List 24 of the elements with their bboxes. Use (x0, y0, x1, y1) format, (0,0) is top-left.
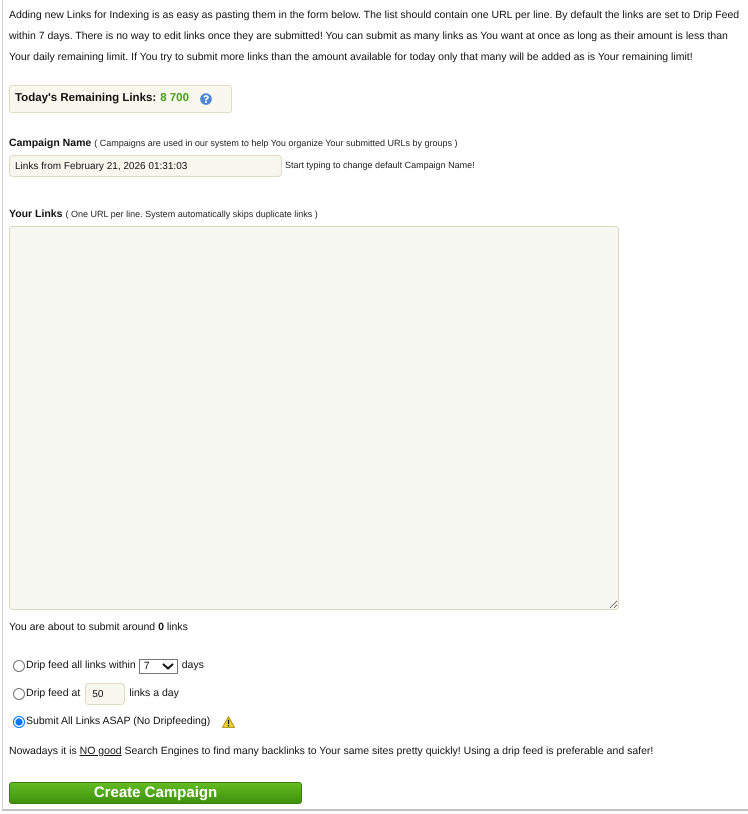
campaign-name-note: Start typing to change default Campaign Name! (285, 159, 475, 172)
option-label: links a day (129, 686, 179, 702)
intro-paragraph: Adding new Links for Indexing is as easy as pasting them in the form below. The list should contain one URL per line. By default the links are set to Drip Feed within 7 days. There is no way to edit links once they are submitted! You can submit as many links as You want at once as long as their amount is less than Your daily remaining limit. If You try to submit more links than the amount available for today only that many will be added as is Your remaining limit! (9, 8, 740, 65)
option-label: days (182, 658, 204, 674)
help-icon[interactable] (200, 93, 212, 105)
campaign-name-hint: ( Campaigns are used in our system to help You organize Your submitted URLs by groups ) (94, 137, 458, 150)
option-label: Drip feed all links within (26, 658, 136, 674)
radio-button[interactable] (13, 716, 25, 728)
link-count-text: You are about to submit around 0 links (9, 620, 189, 634)
warning-icon (222, 716, 236, 728)
campaign-name-label: Campaign Name (9, 136, 92, 150)
remaining-links-count: 8 700 (160, 91, 189, 106)
days-select[interactable]: 7 (138, 658, 178, 674)
campaign-name-input[interactable]: Links from February 21, 2026 01:31:03 (9, 155, 282, 177)
radio-button[interactable] (13, 688, 25, 700)
notice-text: Nowadays it is NO good Search Engines to find many backlinks to Your same sites pretty quickly! Using a drip feed is preferable and safer! (9, 744, 654, 758)
option-label: Submit All Links ASAP (No Dripfeeding) (26, 714, 210, 730)
chevron-icon (162, 662, 174, 670)
remaining-links-label: Today's Remaining Links: (15, 91, 156, 106)
links-hint: ( One URL per line. System automatically skips duplicate links ) (65, 208, 318, 221)
radio-button[interactable] (13, 660, 25, 672)
links-label: Your Links (9, 207, 62, 221)
option-label: Drip feed at (26, 686, 80, 702)
links-per-day-input[interactable]: 50 (85, 683, 126, 705)
